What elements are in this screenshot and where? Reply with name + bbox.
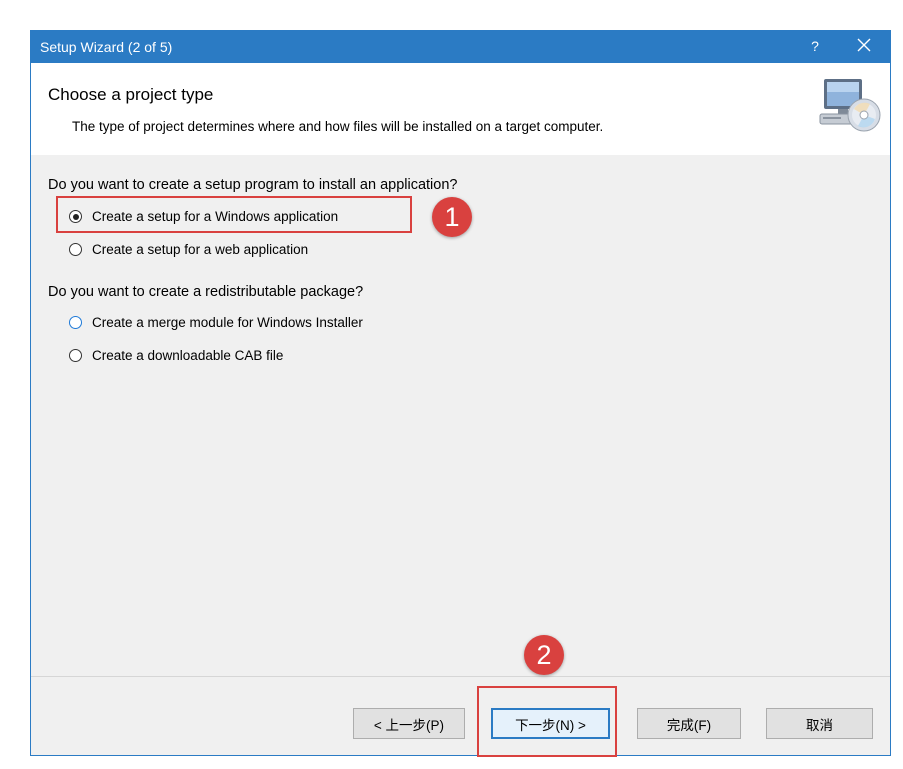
annotation-badge-2: 2 — [524, 635, 564, 675]
finish-button[interactable]: 完成(F) — [637, 708, 741, 739]
title-bar[interactable]: Setup Wizard (2 of 5) ? — [31, 31, 890, 63]
back-button[interactable]: < 上一步(P) — [353, 708, 465, 739]
radio-button[interactable] — [69, 243, 82, 256]
annotation-highlight-next-button — [477, 686, 617, 757]
annotation-badge-1: 1 — [432, 197, 472, 237]
radio-button[interactable] — [69, 349, 82, 362]
wizard-header: Choose a project type The type of projec… — [31, 63, 890, 156]
page-description: The type of project determines where and… — [72, 119, 604, 134]
setup-computer-cd-icon — [819, 79, 881, 132]
option-cab-file[interactable]: Create a downloadable CAB file — [69, 348, 283, 363]
radio-button[interactable] — [69, 316, 82, 329]
option-label: Create a setup for a web application — [92, 242, 309, 257]
page-title: Choose a project type — [48, 85, 214, 104]
option-web-application[interactable]: Create a setup for a web application — [69, 242, 308, 257]
help-button[interactable]: ? — [808, 38, 822, 54]
option-label: Create a merge module for Windows Instal… — [92, 315, 363, 330]
question-redistributable-package: Do you want to create a redistributable … — [48, 284, 364, 300]
setup-wizard-window: Setup Wizard (2 of 5) ? Choose a project… — [30, 30, 891, 756]
annotation-highlight-windows-option — [56, 196, 412, 233]
window-title: Setup Wizard (2 of 5) — [40, 39, 173, 55]
wizard-footer: < 上一步(P) 下一步(N) > 完成(F) 取消 — [31, 677, 890, 755]
close-button[interactable] — [856, 37, 872, 55]
close-icon — [857, 38, 871, 52]
question-setup-program: Do you want to create a setup program to… — [48, 177, 458, 193]
option-label: Create a downloadable CAB file — [92, 348, 284, 363]
option-merge-module[interactable]: Create a merge module for Windows Instal… — [69, 315, 363, 330]
cancel-button[interactable]: 取消 — [766, 708, 873, 739]
